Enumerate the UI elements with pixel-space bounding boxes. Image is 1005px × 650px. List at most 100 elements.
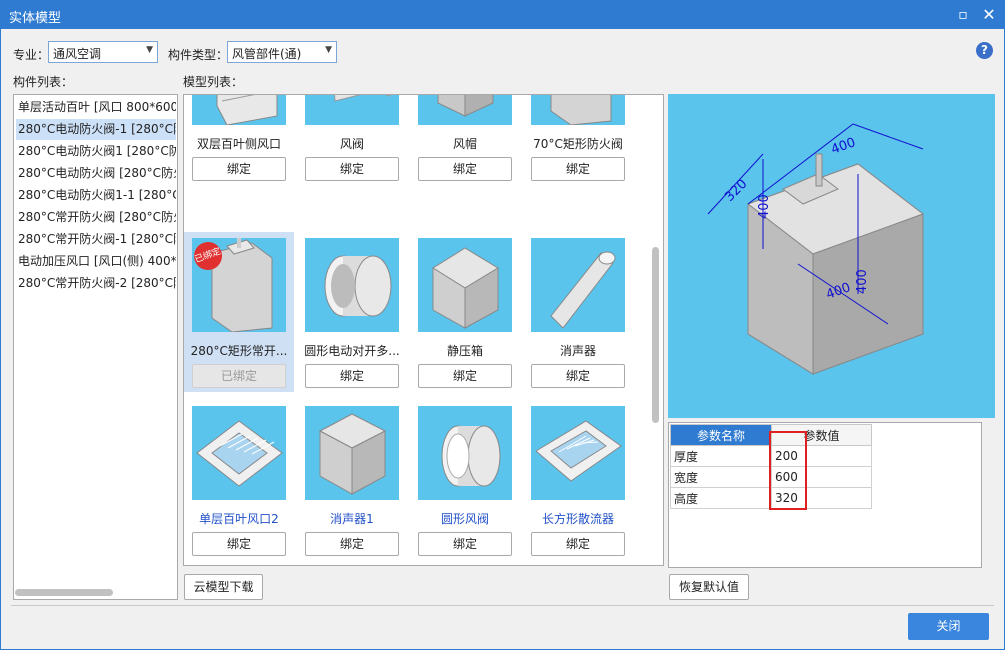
model-card[interactable]: 静压箱 绑定 [410, 232, 520, 392]
model-thumbnail[interactable] [418, 406, 512, 500]
model-thumbnail[interactable] [305, 238, 399, 332]
component-list[interactable]: 单层活动百叶 [风口 800*600mm280°C电动防火阀-1 [280°C防… [13, 94, 178, 600]
model-name: 风帽 [452, 137, 477, 151]
cloud-model-download-button[interactable]: 云模型下载 [184, 574, 263, 600]
model-card[interactable]: 已绑定 280°C矩形常开... 已绑定 [184, 232, 294, 392]
fire-damper-icon [550, 95, 612, 125]
dimension-height-left: 400 [757, 194, 772, 219]
component-type-select[interactable]: 风管部件(通) ▼ [227, 41, 337, 63]
model-thumbnail[interactable] [531, 95, 625, 125]
list-item[interactable]: 280°C电动防火阀1-1 [280°C防火阀 [16, 185, 176, 206]
param-name: 高度 [670, 487, 772, 509]
param-name: 宽度 [670, 466, 772, 488]
model-thumbnail[interactable] [531, 238, 625, 332]
model-thumbnail[interactable]: 已绑定 [192, 238, 286, 332]
type-label: 构件类型： [168, 48, 229, 62]
chevron-down-icon: ▼ [146, 45, 153, 55]
grille-icon [216, 95, 278, 125]
highlight-box [769, 431, 807, 510]
list-item[interactable]: 单层活动百叶 [风口 800*600mm [16, 97, 176, 118]
model-name: 圆形风阀 [440, 512, 489, 526]
model-name: 280°C矩形常开... [190, 344, 288, 358]
model-name: 双层百叶侧风口 [196, 137, 281, 151]
model-preview: 400 320 400 400 400 [668, 94, 995, 418]
model-name: 静压箱 [446, 344, 483, 358]
bind-button[interactable]: 绑定 [418, 532, 512, 556]
list-item[interactable]: 280°C常开防火阀-2 [280°C防火阀 [16, 273, 176, 294]
component-list-label: 构件列表： [13, 75, 74, 89]
model-thumbnail[interactable] [531, 406, 625, 500]
close-button[interactable]: 关闭 [908, 613, 989, 640]
model-card[interactable]: 圆形电动对开多... 绑定 [297, 232, 407, 392]
silencer-pipe-icon [550, 251, 616, 329]
model-name: 单层百叶风口2 [199, 512, 279, 526]
model-thumbnail[interactable] [305, 95, 399, 125]
model-card[interactable]: 单层百叶风口2 绑定 [184, 400, 294, 560]
list-item[interactable]: 280°C电动防火阀 [280°C防火阀 [16, 163, 176, 184]
model-name: 70°C矩形防火阀 [533, 137, 623, 151]
bind-button[interactable]: 绑定 [305, 157, 399, 181]
silencer-box-icon [318, 413, 387, 495]
restore-default-button[interactable]: 恢复默认值 [669, 574, 749, 600]
horizontal-scrollbar[interactable] [15, 589, 113, 596]
model-thumbnail[interactable] [305, 406, 399, 500]
plenum-box-icon [432, 247, 499, 329]
bind-button[interactable]: 绑定 [305, 364, 399, 388]
bind-button[interactable]: 绑定 [418, 157, 512, 181]
chevron-down-icon: ▼ [325, 45, 332, 55]
model-thumbnail[interactable] [192, 406, 286, 500]
model-name: 消声器1 [330, 512, 374, 526]
param-name: 厚度 [670, 445, 772, 467]
model-name: 长方形散流器 [541, 512, 614, 526]
bind-button[interactable]: 绑定 [531, 364, 625, 388]
list-item[interactable]: 280°C常开防火阀 [280°C防火阀 [16, 207, 176, 228]
specialty-select-value: 通风空调 [53, 47, 102, 61]
solid-model-dialog: 实体模型 ▫ ✕ 专业： 通风空调 ▼ 构件类型： 风管部件(通) ▼ ? 构件… [0, 0, 1005, 650]
fire-damper-3d-preview: 400 320 400 400 400 [707, 123, 925, 375]
list-item[interactable]: 电动加压风口 [风口(侧) 400*400 [16, 251, 176, 272]
window-title: 实体模型 [9, 11, 62, 26]
close-icon[interactable]: ✕ [979, 5, 999, 25]
bind-button[interactable]: 绑定 [531, 532, 625, 556]
list-item[interactable]: 280°C电动防火阀-1 [280°C防火阀 [16, 119, 176, 140]
model-card[interactable]: 圆形风阀 绑定 [410, 400, 520, 560]
bind-button[interactable]: 绑定 [192, 157, 286, 181]
model-list-label: 模型列表： [183, 75, 244, 89]
vertical-scrollbar[interactable] [652, 247, 659, 423]
model-card[interactable]: 双层百叶侧风口 绑定 [184, 95, 294, 185]
maximize-icon[interactable]: ▫ [953, 5, 973, 25]
dimension-height-right: 400 [855, 269, 870, 294]
bind-button[interactable]: 绑定 [418, 364, 512, 388]
bind-button[interactable]: 绑定 [531, 157, 625, 181]
model-card[interactable]: 70°C矩形防火阀绑定 [523, 95, 633, 185]
model-card[interactable]: 长方形散流器 绑定 [523, 400, 633, 560]
component-type-value: 风管部件(通) [232, 47, 302, 61]
specialty-label: 专业： [13, 48, 50, 62]
round-damper-icon [324, 255, 392, 317]
dimension-depth: 320 [722, 177, 750, 205]
list-item[interactable]: 280°C常开防火阀-1 [280°C防火阀 [16, 229, 176, 250]
title-bar[interactable]: 实体模型 ▫ ✕ [1, 1, 1004, 29]
model-card[interactable]: 消声器1 绑定 [297, 400, 407, 560]
bind-button[interactable]: 绑定 [305, 532, 399, 556]
diffuser-icon [535, 420, 622, 482]
model-card[interactable]: 风阀 绑定 [297, 95, 407, 185]
model-thumbnail[interactable] [192, 95, 286, 125]
model-card[interactable]: 风帽 绑定 [410, 95, 520, 185]
divider [11, 605, 994, 606]
help-icon[interactable]: ? [976, 42, 993, 59]
specialty-select[interactable]: 通风空调 ▼ [48, 41, 158, 63]
round-valve-icon [441, 425, 501, 487]
param-name-header: 参数名称 [670, 424, 772, 446]
vent-cap-icon [437, 95, 494, 117]
model-name: 圆形电动对开多... [304, 344, 400, 358]
model-thumbnail[interactable] [418, 95, 512, 125]
list-item[interactable]: 280°C电动防火阀1 [280°C防火阀 [16, 141, 176, 162]
model-name: 风阀 [339, 137, 364, 151]
model-card[interactable]: 消声器 绑定 [523, 232, 633, 392]
bound-button[interactable]: 已绑定 [192, 364, 286, 388]
bind-button[interactable]: 绑定 [192, 532, 286, 556]
model-grid[interactable]: 双层百叶侧风口 绑定 风阀 绑定 风帽 绑定 70°C矩形防火阀 绑定 已绑定 280°C矩形常开… [183, 94, 664, 566]
damper-icon [334, 95, 391, 102]
model-thumbnail[interactable] [418, 238, 512, 332]
